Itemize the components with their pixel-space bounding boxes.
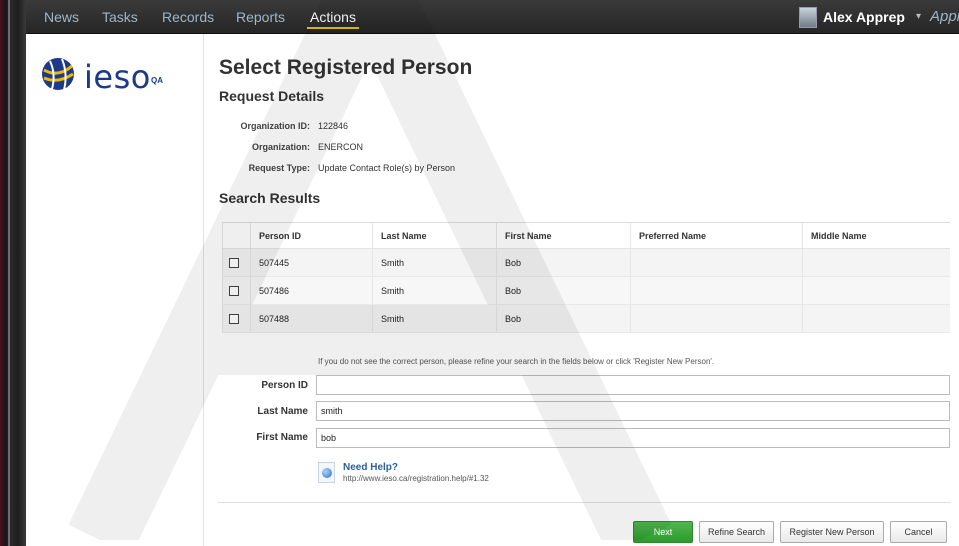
environment-badge: QA xyxy=(151,76,163,85)
logo-text: ieso xyxy=(84,58,151,96)
row-select-cell xyxy=(222,304,251,333)
column-header-first-name[interactable]: First Name xyxy=(496,222,631,249)
preferred-name-cell xyxy=(630,248,803,277)
request-type-value: Update Contact Role(s) by Person xyxy=(318,163,456,173)
person-id-field-label: Person ID xyxy=(261,380,308,391)
first-name-field-label: First Name xyxy=(256,432,308,443)
app-name: Appian xyxy=(930,8,959,25)
last-name-cell: Smith xyxy=(372,276,497,305)
help-url-link[interactable]: http://www.ieso.ca/registration.help/#1.… xyxy=(343,474,489,483)
globe-help-icon xyxy=(322,468,332,478)
row-select-cell xyxy=(222,248,251,277)
register-new-person-button[interactable]: Register New Person xyxy=(780,521,884,543)
request-details-heading: Request Details xyxy=(219,88,325,104)
last-name-input[interactable] xyxy=(316,401,950,421)
organization-value: ENERCON xyxy=(318,142,364,152)
search-results-heading: Search Results xyxy=(219,190,321,206)
table-row[interactable]: 507445 Smith Bob xyxy=(222,248,950,277)
first-name-cell: Bob xyxy=(496,248,631,277)
cancel-button[interactable]: Cancel xyxy=(890,521,947,543)
ieso-globe-icon xyxy=(42,58,74,91)
search-results-table: Person ID Last Name First Name Preferred… xyxy=(222,222,950,333)
last-name-cell: Smith xyxy=(372,304,497,333)
person-id-cell: 507488 xyxy=(250,304,373,333)
top-navigation-bar: News Tasks Records Reports Actions Alex … xyxy=(26,0,959,34)
person-id-cell: 507486 xyxy=(250,276,373,305)
table-row[interactable]: 507486 Smith Bob xyxy=(222,276,950,305)
active-tab-indicator xyxy=(307,27,359,29)
table-row[interactable]: 507488 Smith Bob xyxy=(222,304,950,333)
middle-name-cell xyxy=(802,276,950,305)
refine-search-button[interactable]: Refine Search xyxy=(699,521,774,543)
column-header-last-name[interactable]: Last Name xyxy=(372,222,497,249)
nav-actions[interactable]: Actions xyxy=(307,0,359,34)
column-header-middle-name[interactable]: Middle Name xyxy=(802,222,950,249)
nav-records[interactable]: Records xyxy=(162,0,214,34)
first-name-cell: Bob xyxy=(496,304,631,333)
middle-name-cell xyxy=(802,304,950,333)
first-name-input[interactable] xyxy=(316,428,950,448)
help-icon-box[interactable] xyxy=(318,462,335,483)
need-help-link[interactable]: Need Help? xyxy=(343,462,398,473)
organization-label: Organization: xyxy=(252,142,310,152)
nav-news[interactable]: News xyxy=(44,0,79,34)
next-button[interactable]: Next xyxy=(633,521,693,543)
page-title: Select Registered Person xyxy=(219,56,473,79)
form-divider xyxy=(218,502,951,503)
row-checkbox[interactable] xyxy=(229,257,239,268)
organization-id-value: 122846 xyxy=(318,121,349,131)
person-id-input[interactable] xyxy=(316,375,950,395)
chevron-down-icon[interactable]: ▾ xyxy=(916,0,921,34)
app-window: News Tasks Records Reports Actions Alex … xyxy=(0,0,959,546)
user-menu[interactable]: Alex Apprep xyxy=(823,0,905,34)
middle-name-cell xyxy=(802,248,950,277)
preferred-name-cell xyxy=(630,304,803,333)
column-header-person-id[interactable]: Person ID xyxy=(250,222,373,249)
row-checkbox[interactable] xyxy=(229,313,239,324)
nav-tasks[interactable]: Tasks xyxy=(102,0,138,34)
column-header-preferred-name[interactable]: Preferred Name xyxy=(630,222,803,249)
last-name-cell: Smith xyxy=(372,248,497,277)
nav-actions-label: Actions xyxy=(310,9,356,25)
request-type-label: Request Type: xyxy=(248,163,310,173)
row-select-cell xyxy=(222,276,251,305)
person-id-cell: 507445 xyxy=(250,248,373,277)
select-column-header xyxy=(222,222,251,249)
user-avatar[interactable] xyxy=(799,7,817,28)
row-checkbox[interactable] xyxy=(229,285,239,296)
preferred-name-cell xyxy=(630,276,803,305)
last-name-field-label: Last Name xyxy=(257,406,308,417)
organization-id-label: Organization ID: xyxy=(240,121,311,131)
refine-search-hint: If you do not see the correct person, pl… xyxy=(318,357,715,366)
logo-panel: ieso QA xyxy=(26,34,204,546)
left-window-edge xyxy=(0,0,26,546)
table-header-row: Person ID Last Name First Name Preferred… xyxy=(222,222,950,249)
first-name-cell: Bob xyxy=(496,276,631,305)
nav-reports[interactable]: Reports xyxy=(236,0,285,34)
